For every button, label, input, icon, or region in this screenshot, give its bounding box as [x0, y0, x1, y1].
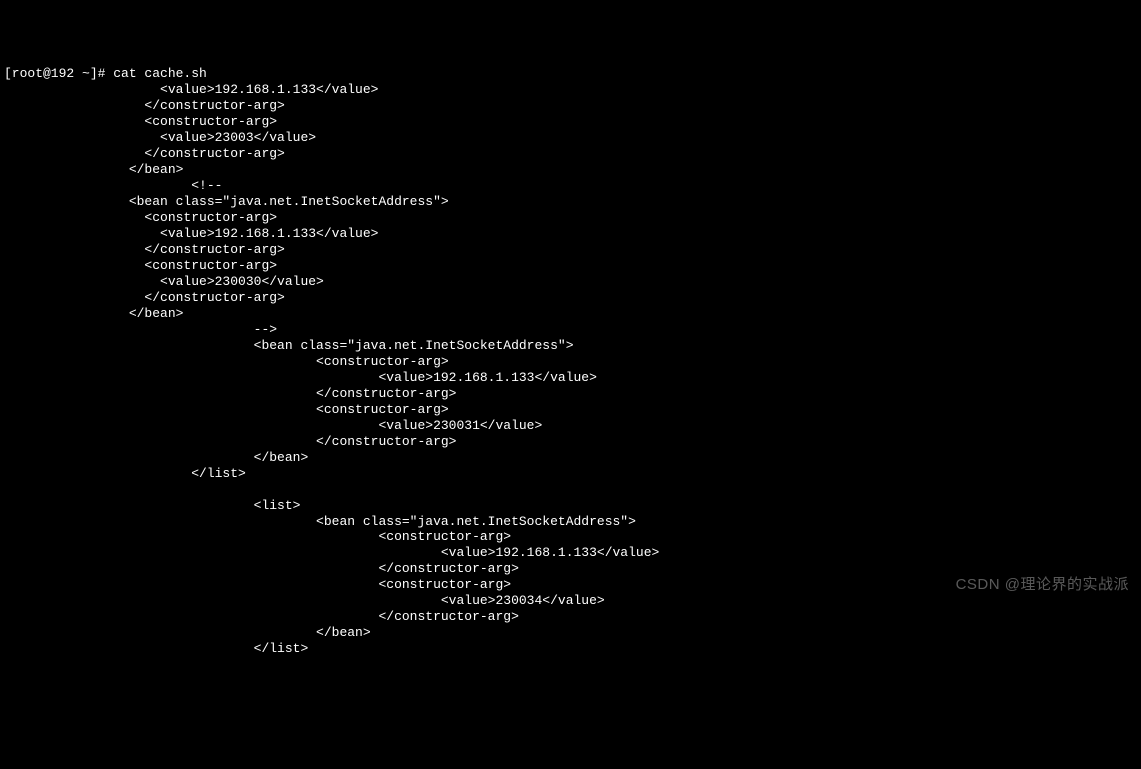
terminal-line: </constructor-arg> — [4, 609, 1141, 625]
terminal-line: <value>230034</value> — [4, 593, 1141, 609]
terminal-line: </constructor-arg> — [4, 434, 1141, 450]
terminal-line: <bean class="java.net.InetSocketAddress"… — [4, 514, 1141, 530]
terminal-line — [4, 482, 1141, 498]
terminal-line: <value>230030</value> — [4, 274, 1141, 290]
terminal-output[interactable]: [root@192 ~]# cat cache.sh <value>192.16… — [4, 66, 1141, 657]
terminal-line: </bean> — [4, 625, 1141, 641]
terminal-line: <value>23003</value> — [4, 130, 1141, 146]
terminal-line: <!-- — [4, 178, 1141, 194]
terminal-line: <value>192.168.1.133</value> — [4, 226, 1141, 242]
watermark-text: CSDN @理论界的实战派 — [956, 576, 1129, 594]
terminal-line: <value>192.168.1.133</value> — [4, 370, 1141, 386]
terminal-line: <constructor-arg> — [4, 114, 1141, 130]
terminal-line: </constructor-arg> — [4, 386, 1141, 402]
terminal-line: <value>230031</value> — [4, 418, 1141, 434]
terminal-line: </constructor-arg> — [4, 146, 1141, 162]
terminal-line: </list> — [4, 641, 1141, 657]
terminal-line: <bean class="java.net.InetSocketAddress"… — [4, 338, 1141, 354]
terminal-line: [root@192 ~]# cat cache.sh — [4, 66, 1141, 82]
terminal-line: </constructor-arg> — [4, 98, 1141, 114]
terminal-line: </bean> — [4, 162, 1141, 178]
terminal-line: </list> — [4, 466, 1141, 482]
terminal-line: <bean class="java.net.InetSocketAddress"… — [4, 194, 1141, 210]
terminal-line: </bean> — [4, 450, 1141, 466]
terminal-line: <constructor-arg> — [4, 258, 1141, 274]
terminal-line: <constructor-arg> — [4, 210, 1141, 226]
terminal-line: </constructor-arg> — [4, 242, 1141, 258]
terminal-line: <value>192.168.1.133</value> — [4, 82, 1141, 98]
terminal-line: <constructor-arg> — [4, 529, 1141, 545]
terminal-line: <list> — [4, 498, 1141, 514]
terminal-line: <constructor-arg> — [4, 402, 1141, 418]
terminal-line: <value>192.168.1.133</value> — [4, 545, 1141, 561]
terminal-line: </bean> — [4, 306, 1141, 322]
terminal-line: <constructor-arg> — [4, 354, 1141, 370]
terminal-line: </constructor-arg> — [4, 290, 1141, 306]
terminal-line: --> — [4, 322, 1141, 338]
